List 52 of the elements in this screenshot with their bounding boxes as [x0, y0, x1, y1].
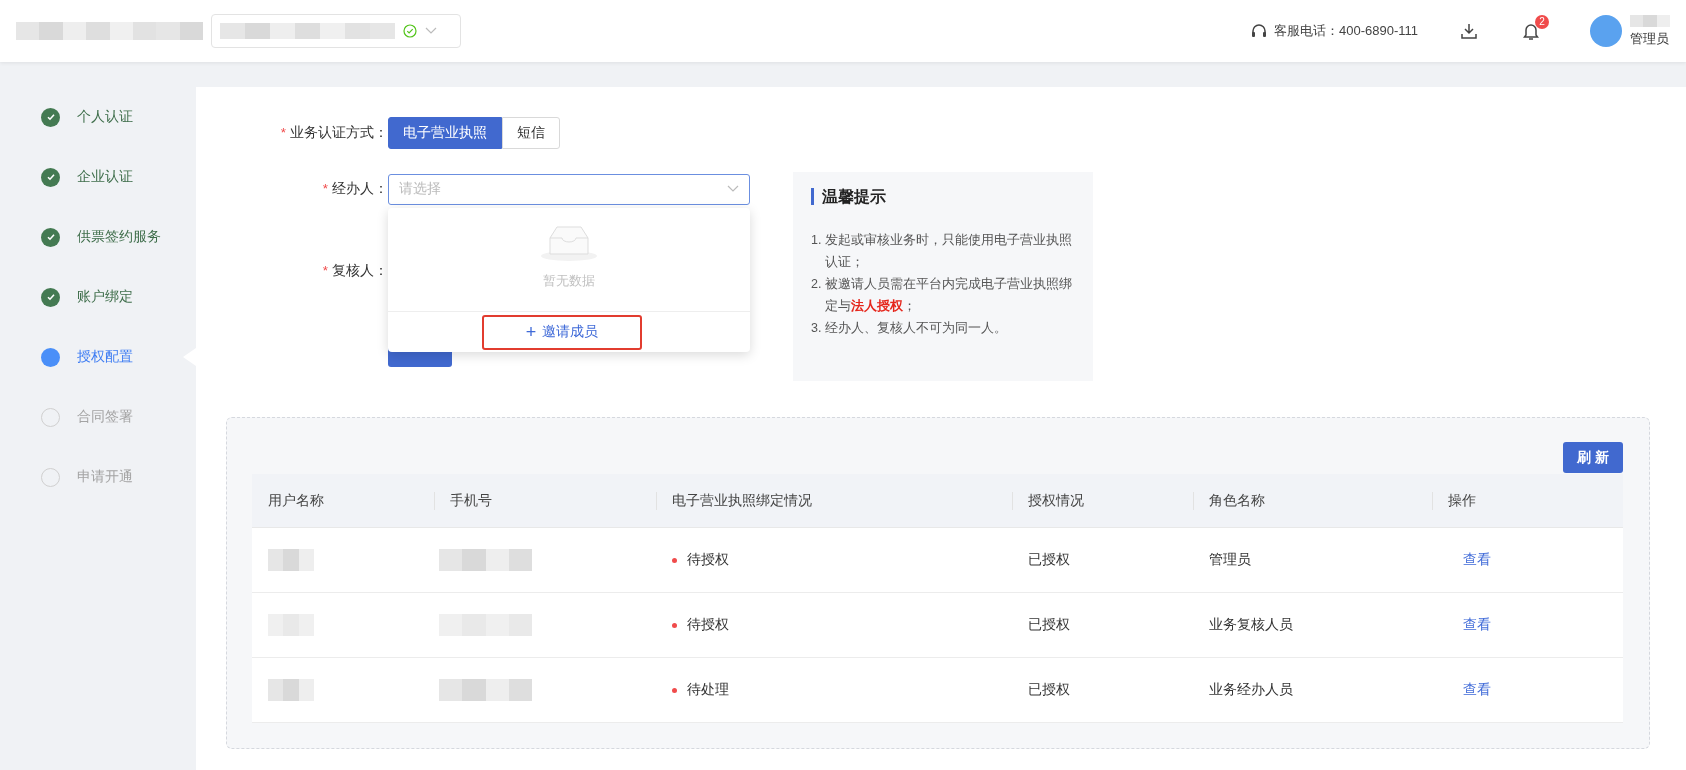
avatar[interactable] — [1590, 15, 1622, 47]
field-label: * 复核人： — [321, 262, 388, 280]
service-phone: 客服电话：400-6890-111 — [1273, 22, 1418, 40]
bell-icon[interactable] — [1522, 21, 1540, 41]
empty-inbox-icon — [540, 224, 598, 262]
column-header: 授权情况 — [1012, 474, 1193, 528]
tips-title: 温馨提示 — [811, 188, 1075, 205]
table-cell: 业务复核人员 — [1193, 593, 1432, 658]
step-label[interactable]: 供票签约服务 — [77, 228, 161, 246]
table-cell: 已授权 — [1012, 658, 1193, 723]
download-icon[interactable] — [1460, 22, 1478, 40]
redacted-text — [268, 679, 314, 701]
tip-text: 经办人、复核人不可为同一人。 — [825, 320, 1007, 337]
table-cell: 已授权 — [1012, 593, 1193, 658]
notification-badge: 2 — [1535, 14, 1549, 29]
column-header: 手机号 — [434, 474, 656, 528]
auth-method-option[interactable]: 电子营业执照 — [388, 117, 502, 149]
list-number: 2. — [811, 276, 823, 293]
binding-status: 待授权 — [687, 616, 729, 634]
list-number: 3. — [811, 320, 823, 337]
table-cell: 管理员 — [1193, 528, 1432, 593]
auth-method-option[interactable]: 短信 — [502, 117, 560, 149]
table-cell: 已授权 — [1012, 528, 1193, 593]
headset-icon — [1249, 22, 1268, 40]
column-header: 角色名称 — [1193, 474, 1432, 528]
chevron-down-icon — [425, 27, 437, 35]
check-circle-icon — [403, 24, 417, 38]
empty-text: 暂无数据 — [543, 272, 595, 290]
chevron-down-icon — [727, 185, 739, 193]
view-link[interactable]: 查看 — [1463, 551, 1491, 569]
tip-text: 发起或审核业务时，只能使用电子营业执照认证； — [825, 232, 1073, 271]
field-label: * 经办人： — [321, 180, 388, 198]
list-number: 1. — [811, 232, 823, 249]
column-header: 操作 — [1432, 474, 1623, 528]
step-label[interactable]: 授权配置 — [77, 348, 133, 366]
invite-member-button[interactable]: + 邀请成员 — [521, 321, 603, 343]
table-cell: 业务经办人员 — [1193, 658, 1432, 723]
step-label[interactable]: 企业认证 — [77, 168, 133, 186]
view-link[interactable]: 查看 — [1463, 681, 1491, 699]
column-header: 用户名称 — [252, 474, 434, 528]
column-header: 电子营业执照绑定情况 — [656, 474, 1012, 528]
tip-text: 被邀请人员需在平台内完成电子营业执照绑定与法人授权； — [825, 276, 1073, 315]
refresh-button[interactable]: 刷 新 — [1563, 442, 1623, 473]
redacted-text — [268, 549, 314, 571]
step-label[interactable]: 个人认证 — [77, 108, 133, 126]
step-label[interactable]: 账户绑定 — [77, 288, 133, 306]
binding-status: 待处理 — [687, 681, 729, 699]
user-role: 管理员 — [1630, 29, 1670, 48]
view-link[interactable]: 查看 — [1463, 616, 1491, 634]
field-label: * 业务认证方式： — [279, 124, 388, 142]
redacted-text — [1630, 14, 1670, 27]
binding-status: 待授权 — [687, 551, 729, 569]
